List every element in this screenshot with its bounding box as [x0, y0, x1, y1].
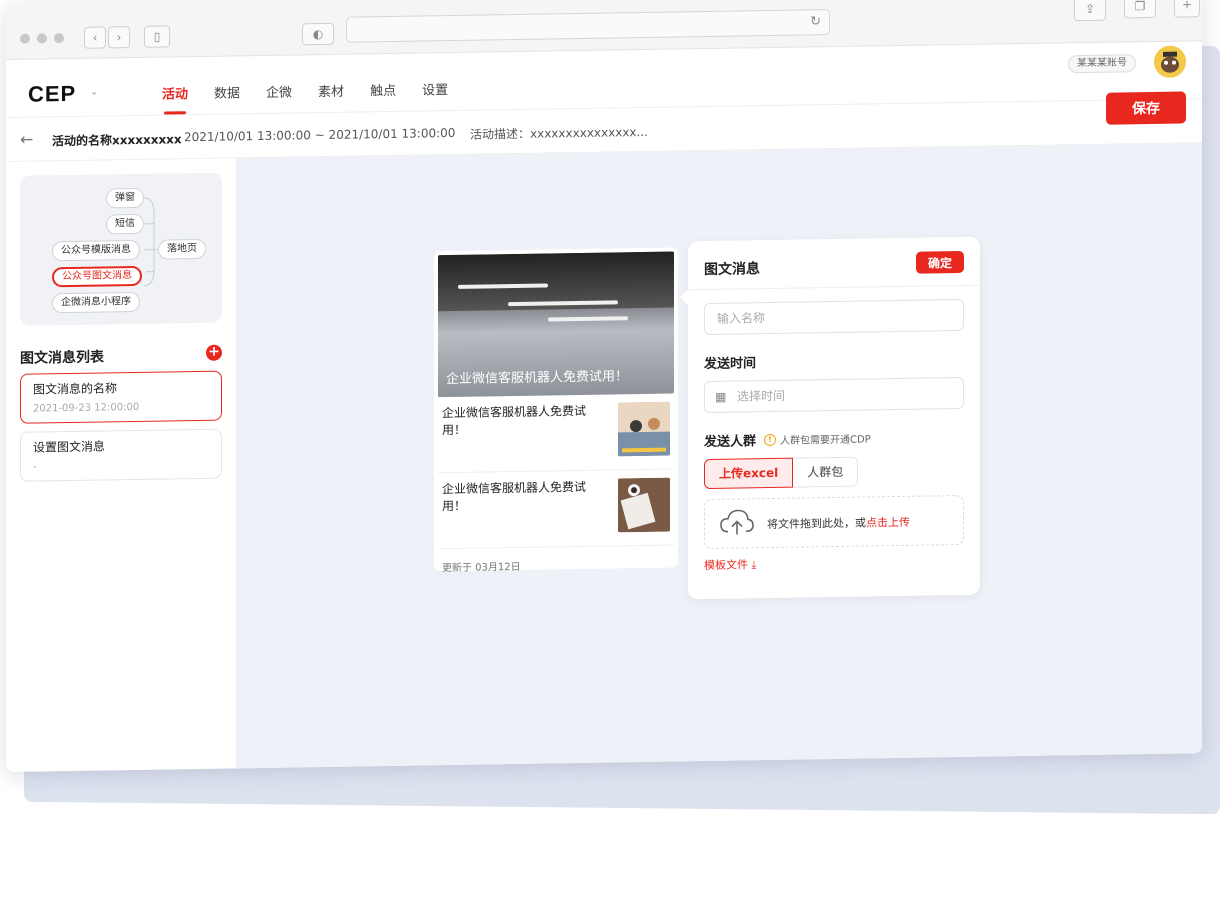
hero-image[interactable]: 企业微信客服机器人免费试用！ [438, 251, 674, 398]
audience-hint: ! 人群包需要开通CDP [764, 430, 871, 447]
upload-excel-tab[interactable]: 上传excel [704, 457, 794, 490]
flow-diagram: 弹窗 短信 公众号模版消息 公众号图文消息 企微消息小程序 落地页 [20, 172, 222, 326]
workspace: 弹窗 短信 公众号模版消息 公众号图文消息 企微消息小程序 落地页 图文消息列表… [6, 143, 1202, 772]
brand-logo[interactable]: CEP [28, 81, 76, 108]
flow-node-article-msg[interactable]: 公众号图文消息 [52, 265, 142, 288]
list-item-date: 2021-09-23 12:00:00 [33, 401, 140, 415]
traffic-lights[interactable] [20, 33, 64, 44]
flow-node-landing[interactable]: 落地页 [158, 238, 206, 260]
panel-title: 图文消息 [704, 261, 760, 279]
back-nav-icon[interactable]: ‹ [84, 26, 106, 49]
url-bar[interactable]: ↻ [346, 9, 830, 43]
download-icon: ⤓ [751, 558, 757, 572]
cloud-upload-icon [720, 509, 754, 535]
article-preview: 企业微信客服机器人免费试用！ 企业微信客服机器人免费试用！ 企业微信客服机器人免… [434, 247, 678, 574]
share-icon[interactable]: ⇪ [1074, 0, 1106, 22]
template-file-label: 模板文件 [704, 558, 748, 573]
back-arrow-icon[interactable]: ← [20, 130, 33, 149]
avatar[interactable] [1154, 45, 1186, 78]
article-settings-panel: 图文消息 确定 输入名称 发送时间 ▦ 选择时间 发送人群 ! 人群包需要开通C… [680, 236, 980, 600]
tab-touchpoint[interactable]: 触点 [370, 80, 396, 99]
activity-time-range: 2021/10/01 13:00:00 ~ 2021/10/01 13:00:0… [184, 125, 456, 145]
activity-description: 活动描述：xxxxxxxxxxxxxxx... [470, 124, 648, 142]
dropzone-text: 将文件拖到此处，或 [767, 516, 866, 532]
article-title: 企业微信客服机器人免费试用！ [442, 479, 587, 514]
list-title: 图文消息列表 [20, 349, 104, 367]
list-item-date: - [33, 461, 37, 473]
new-tab-icon[interactable]: + [1174, 0, 1200, 18]
tab-activity[interactable]: 活动 [162, 83, 188, 102]
chevron-down-icon[interactable]: ⌄ [90, 87, 98, 98]
article-thumbnail [618, 401, 670, 457]
audience-label: 发送人群 [704, 434, 757, 451]
list-item[interactable]: 图文消息的名称 2021-09-23 12:00:00 [20, 370, 222, 424]
audience-hint-text: 人群包需要开通CDP [780, 434, 871, 447]
upload-dropzone[interactable]: 将文件拖到此处，或点击上传 [704, 494, 964, 550]
forward-nav-icon[interactable]: › [108, 26, 130, 49]
flow-node-wecom-miniapp[interactable]: 企微消息小程序 [52, 291, 140, 314]
article-item[interactable]: 企业微信客服机器人免费试用！ [438, 393, 674, 474]
shield-icon[interactable]: ◐ [302, 22, 334, 46]
reload-icon[interactable]: ↻ [810, 14, 821, 29]
list-item-title: 设置图文消息 [33, 439, 106, 455]
audience-package-tab[interactable]: 人群包 [793, 456, 859, 488]
warning-icon: ! [764, 433, 776, 446]
panel-divider [688, 284, 980, 291]
sidebar-toggle-icon[interactable]: ▯ [144, 25, 170, 48]
activity-name: 活动的名称xxxxxxxxx [52, 132, 182, 149]
account-name[interactable]: 某某某账号 [1068, 54, 1136, 74]
tab-material[interactable]: 素材 [318, 81, 344, 100]
add-icon[interactable]: + [206, 344, 222, 361]
template-file-link[interactable]: 模板文件 ⤓ [704, 556, 756, 573]
updated-date: 更新于 03月12日 [442, 561, 521, 575]
article-item[interactable]: 企业微信客服机器人免费试用！ [438, 469, 674, 550]
list-item-title: 图文消息的名称 [33, 381, 118, 397]
browser-window: ‹ › ▯ ◐ ↻ ⇪ ❐ + CEP ⌄ 活动 数据 企微 素材 触点 设置 … [6, 0, 1202, 772]
audience-source-toggle: 上传excel 人群包 [704, 456, 859, 490]
time-placeholder: 选择时间 [737, 388, 786, 404]
flow-node-popup[interactable]: 弹窗 [106, 187, 144, 209]
click-upload-link[interactable]: 点击上传 [866, 516, 910, 530]
time-picker[interactable]: ▦ 选择时间 [704, 376, 964, 414]
tabs-icon[interactable]: ❐ [1124, 0, 1156, 19]
flow-node-template-msg[interactable]: 公众号模版消息 [52, 239, 140, 262]
calendar-icon: ▦ [715, 389, 727, 404]
tab-wecom[interactable]: 企微 [266, 82, 292, 101]
confirm-button[interactable]: 确定 [916, 250, 964, 274]
hero-caption: 企业微信客服机器人免费试用！ [446, 369, 629, 388]
name-input[interactable]: 输入名称 [704, 298, 964, 336]
sidebar: 弹窗 短信 公众号模版消息 公众号图文消息 企微消息小程序 落地页 图文消息列表… [6, 158, 236, 772]
article-thumbnail [618, 477, 670, 533]
list-item[interactable]: 设置图文消息 - [20, 428, 222, 482]
stage: ‹ › ▯ ◐ ↻ ⇪ ❐ + CEP ⌄ 活动 数据 企微 素材 触点 设置 … [0, 0, 1221, 913]
tab-data[interactable]: 数据 [214, 82, 240, 101]
flow-node-sms[interactable]: 短信 [106, 213, 144, 235]
canvas-area: 企业微信客服机器人免费试用！ 企业微信客服机器人免费试用！ 企业微信客服机器人免… [236, 143, 1202, 769]
send-time-label: 发送时间 [704, 356, 757, 373]
main-nav: 活动 数据 企微 素材 触点 设置 [162, 79, 448, 102]
tab-settings[interactable]: 设置 [422, 79, 448, 98]
article-title: 企业微信客服机器人免费试用！ [442, 403, 587, 438]
